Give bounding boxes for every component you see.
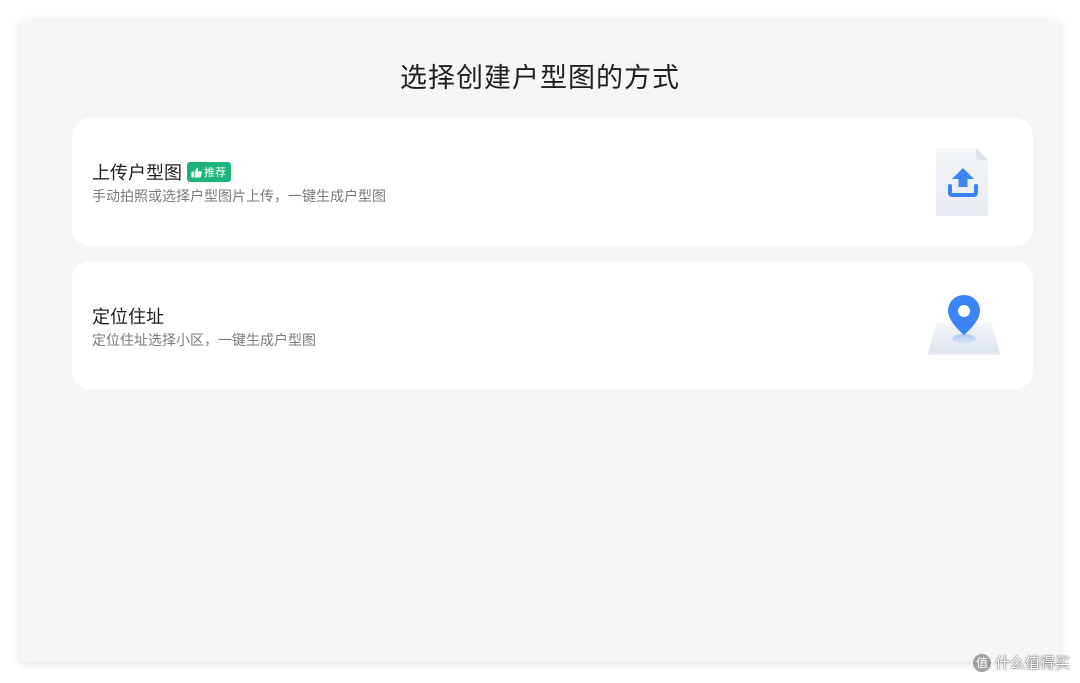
page-title: 选择创建户型图的方式 [400, 63, 680, 94]
dialog-panel: 选择创建户型图的方式 上传户型图 推荐 手动拍照或选择户型图片上传，一键生成户型… [20, 20, 1060, 662]
option-description: 手动拍照或选择户型图片上传，一键生成户型图 [92, 189, 386, 205]
option-description: 定位住址选择小区，一键生成户型图 [92, 333, 316, 349]
upload-file-icon [932, 146, 992, 222]
site-watermark: 值 什么值得买 [972, 652, 1070, 673]
option-title: 上传户型图 [92, 163, 182, 184]
option-title: 定位住址 [92, 307, 164, 328]
option-title-row: 上传户型图 推荐 [92, 159, 231, 185]
locate-address-option[interactable]: 定位住址 定位住址选择小区，一键生成户型图 [72, 261, 1033, 389]
upload-floorplan-option[interactable]: 上传户型图 推荐 手动拍照或选择户型图片上传，一键生成户型图 [72, 118, 1033, 246]
thumbs-up-icon [191, 167, 202, 178]
watermark-text: 什么值得买 [994, 654, 1070, 672]
recommended-badge: 推荐 [187, 162, 231, 182]
option-title-row: 定位住址 [92, 303, 164, 329]
zhi-logo-icon: 值 [972, 653, 991, 672]
map-pin-icon [924, 293, 1004, 363]
badge-label: 推荐 [204, 166, 226, 179]
